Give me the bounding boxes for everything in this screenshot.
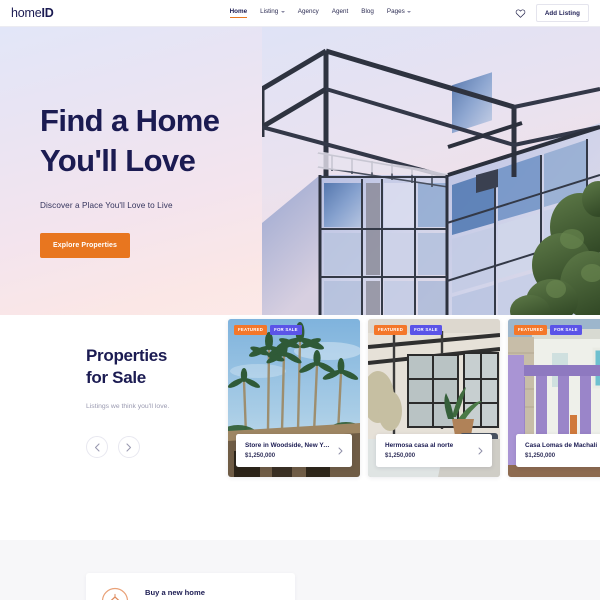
chevron-down-icon — [407, 11, 412, 13]
card-title: Store in Woodside, New York — [245, 442, 332, 449]
card-price: $1,250,000 — [525, 453, 556, 459]
card-badges: FEATURED FOR SALE — [374, 325, 442, 335]
top-navbar: homeID Home Listing Agency Agent Blog Pa… — [0, 0, 600, 27]
nav-item-blog[interactable]: Blog — [361, 8, 374, 18]
hero-title: Find a Home You'll Love — [40, 103, 220, 178]
nav-item-listing-label: Listing — [260, 8, 279, 15]
nav-item-agent[interactable]: Agent — [332, 8, 348, 18]
card-badges: FEATURED FOR SALE — [514, 325, 582, 335]
property-cards-carousel: FEATURED FOR SALE Store in Woodside, New… — [228, 319, 600, 477]
nav-item-blog-label: Blog — [361, 8, 374, 15]
nav-item-agent-label: Agent — [331, 8, 349, 15]
card-info-panel[interactable]: Casa Lomas de Machalí $1,250,000 — [516, 434, 600, 467]
properties-heading-block: Properties for Sale Listings we think yo… — [86, 345, 216, 458]
site-logo[interactable]: homeID — [11, 6, 54, 20]
add-listing-button[interactable]: Add Listing — [535, 4, 589, 22]
hero-building-image — [262, 27, 600, 315]
hero-content: Find a Home You'll Love Discover a Place… — [40, 101, 220, 258]
navbar-actions: Add Listing — [515, 4, 589, 22]
logo-text-light: home — [11, 6, 42, 20]
explore-properties-button[interactable]: Explore Properties — [40, 233, 131, 258]
card-price: $1,250,000 — [385, 453, 416, 459]
primary-nav: Home Listing Agency Agent Blog Pages — [229, 8, 412, 18]
understand-section: Buy a new home Lorem ipsum dolor sit ame… — [0, 540, 600, 600]
properties-section: Properties for Sale Listings we think yo… — [0, 315, 600, 540]
chevron-right-icon[interactable] — [338, 447, 343, 455]
nav-item-pages-label: Pages — [386, 8, 405, 15]
nav-item-agency[interactable]: Agency — [298, 8, 319, 18]
chevron-down-icon — [280, 11, 285, 13]
card-info-text: Casa Lomas de Machalí $1,250,000 — [525, 442, 597, 459]
card-info-panel[interactable]: Hermosa casa al norte $1,250,000 — [376, 434, 492, 467]
heart-icon[interactable] — [515, 8, 526, 19]
chevron-left-icon — [94, 442, 100, 452]
carousel-controls — [86, 436, 216, 458]
card-price: $1,250,000 — [245, 453, 276, 459]
feature-title: Buy a new home — [145, 588, 205, 597]
badge-featured: FEATURED — [234, 325, 268, 335]
property-card[interactable]: FEATURED FOR SALE Store in Woodside, New… — [228, 319, 360, 477]
carousel-prev-button[interactable] — [86, 436, 108, 458]
page-root: homeID Home Listing Agency Agent Blog Pa… — [0, 0, 600, 600]
logo-text-bold: ID — [41, 6, 54, 20]
badge-for-sale: FOR SALE — [410, 325, 442, 335]
badge-featured: FEATURED — [374, 325, 408, 335]
card-title: Casa Lomas de Machalí — [525, 442, 598, 449]
feature-body: Buy a new home Lorem ipsum dolor sit ame… — [145, 586, 259, 600]
feature-card-buy-new-home[interactable]: Buy a new home Lorem ipsum dolor sit ame… — [86, 573, 295, 600]
card-info-panel[interactable]: Store in Woodside, New York $1,250,000 — [236, 434, 352, 467]
badge-for-sale: FOR SALE — [550, 325, 582, 335]
property-card[interactable]: FEATURED FOR SALE Casa Lomas de Machalí … — [508, 319, 600, 477]
nav-item-home-label: Home — [229, 8, 248, 15]
card-badges: FEATURED FOR SALE — [234, 325, 302, 335]
properties-title: Properties for Sale — [86, 346, 168, 387]
chevron-right-icon — [126, 442, 132, 452]
house-search-icon — [100, 586, 134, 600]
nav-item-pages[interactable]: Pages — [386, 8, 412, 18]
card-info-text: Hermosa casa al norte $1,250,000 — [385, 442, 453, 459]
chevron-right-icon[interactable] — [478, 447, 483, 455]
properties-subtitle: Listings we think you'll love. — [86, 403, 170, 410]
nav-item-home[interactable]: Home — [229, 8, 248, 18]
nav-item-listing[interactable]: Listing — [260, 8, 285, 18]
property-card[interactable]: FEATURED FOR SALE Hermosa casa al norte … — [368, 319, 500, 477]
hero-subtitle: Discover a Place You'll Love to Live — [40, 201, 173, 210]
carousel-next-button[interactable] — [118, 436, 140, 458]
badge-featured: FEATURED — [514, 325, 548, 335]
card-title: Hermosa casa al norte — [385, 442, 454, 449]
hero-section: Find a Home You'll Love Discover a Place… — [0, 27, 600, 315]
card-info-text: Store in Woodside, New York $1,250,000 — [245, 442, 332, 459]
badge-for-sale: FOR SALE — [270, 325, 302, 335]
nav-item-agency-label: Agency — [297, 8, 319, 15]
